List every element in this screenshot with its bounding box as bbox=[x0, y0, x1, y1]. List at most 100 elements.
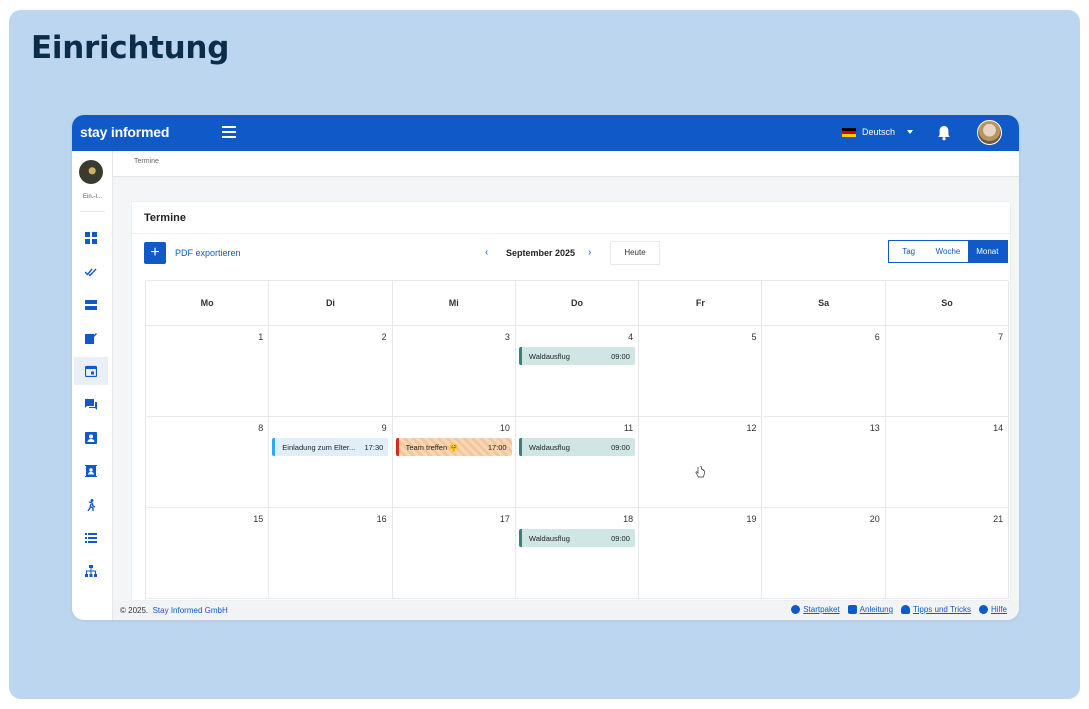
footer-link-anleitung[interactable]: Anleitung bbox=[847, 605, 893, 614]
calendar-event[interactable]: Waldausflug 09:00 bbox=[518, 438, 635, 456]
day-cell[interactable]: 16 bbox=[269, 508, 393, 599]
day-number: 7 bbox=[998, 332, 1004, 342]
double-check-icon[interactable] bbox=[74, 257, 108, 285]
day-number: 4 bbox=[628, 332, 634, 342]
day-number: 11 bbox=[623, 423, 634, 433]
chat-icon[interactable] bbox=[74, 391, 108, 419]
event-time: 09:00 bbox=[611, 442, 630, 452]
calendar-card: Termine + PDF exportieren ‹ September 20… bbox=[131, 201, 1011, 601]
event-title: Team treffen 🤗 bbox=[405, 442, 459, 452]
weekday-header: Do bbox=[515, 281, 640, 326]
day-cell[interactable]: 15 bbox=[146, 508, 270, 599]
institution-logo[interactable] bbox=[79, 160, 103, 184]
bell-icon[interactable] bbox=[937, 125, 951, 141]
footer-link-tipps[interactable]: Tipps und Tricks bbox=[901, 605, 971, 614]
day-number: 1 bbox=[258, 332, 264, 342]
chevron-down-icon bbox=[907, 130, 914, 134]
language-select[interactable]: Deutsch bbox=[842, 127, 914, 137]
divider bbox=[80, 211, 105, 212]
day-number: 18 bbox=[623, 514, 634, 524]
current-month: September 2025 bbox=[506, 248, 576, 258]
event-title: Einladung zum Elter... bbox=[282, 442, 356, 452]
day-cell[interactable]: 20 bbox=[762, 508, 886, 599]
event-time: 09:00 bbox=[611, 533, 630, 543]
day-cell[interactable]: 8 bbox=[146, 417, 270, 508]
day-number: 17 bbox=[499, 514, 510, 524]
footer-link-startpaket[interactable]: Startpaket bbox=[791, 605, 840, 614]
weekday-header: Mi bbox=[392, 281, 516, 326]
breadcrumb-item[interactable]: Termine bbox=[134, 158, 159, 165]
pdf-export-button[interactable]: PDF exportieren bbox=[175, 248, 241, 258]
news-icon[interactable] bbox=[74, 291, 108, 319]
weekday-header: So bbox=[885, 281, 1010, 326]
day-cell[interactable]: 5 bbox=[639, 326, 763, 417]
day-number: 9 bbox=[381, 423, 387, 433]
contacts-book-icon[interactable] bbox=[74, 457, 108, 485]
day-cell[interactable]: 2 bbox=[269, 326, 393, 417]
weekday-header: Fr bbox=[639, 281, 763, 326]
institution-label: Ein.-I... bbox=[82, 194, 102, 200]
event-time: 17:30 bbox=[364, 442, 384, 452]
day-cell[interactable]: 7 bbox=[885, 326, 1010, 417]
contact-card-icon[interactable] bbox=[74, 424, 108, 452]
user-avatar[interactable] bbox=[977, 120, 1002, 145]
view-month-button[interactable]: Monat bbox=[967, 241, 1007, 262]
app-logo[interactable]: stay informed bbox=[80, 124, 169, 140]
calendar-icon[interactable] bbox=[74, 357, 108, 385]
prev-month-button[interactable]: ‹ bbox=[485, 247, 488, 258]
list-icon[interactable] bbox=[74, 524, 108, 552]
view-week-button[interactable]: Woche bbox=[928, 241, 967, 262]
event-time: 17:00 bbox=[487, 442, 507, 452]
today-button[interactable]: Heute bbox=[610, 241, 660, 265]
divider bbox=[132, 233, 1010, 234]
top-bar: stay informed Deutsch bbox=[72, 115, 1019, 151]
add-event-button[interactable]: + bbox=[144, 242, 166, 264]
day-cell[interactable]: 12 bbox=[639, 417, 763, 508]
calendar-event[interactable]: Einladung zum Elter... 17:30 bbox=[272, 438, 389, 456]
day-number: 16 bbox=[376, 514, 387, 524]
day-cell[interactable]: 21 bbox=[885, 508, 1010, 599]
day-number: 3 bbox=[504, 332, 510, 342]
breadcrumb: Termine bbox=[113, 151, 1019, 177]
day-cell[interactable]: 13 bbox=[762, 417, 886, 508]
day-cell[interactable]: 1 bbox=[146, 326, 270, 417]
event-title: Waldausflug bbox=[528, 533, 570, 543]
lightbulb-icon bbox=[901, 605, 911, 614]
day-cell[interactable]: 17 bbox=[392, 508, 516, 599]
calendar-event[interactable]: Waldausflug 09:00 bbox=[518, 347, 635, 365]
copyright-text: © 2025. bbox=[120, 606, 149, 615]
day-cell[interactable]: 3 bbox=[392, 326, 516, 417]
dashboard-icon[interactable] bbox=[74, 224, 108, 252]
next-month-button[interactable]: › bbox=[588, 247, 591, 258]
dark-mode-icon[interactable] bbox=[74, 584, 108, 612]
day-cell[interactable]: 11 Waldausflug 09:00 bbox=[515, 417, 640, 508]
footer-link-hilfe[interactable]: Hilfe bbox=[978, 605, 1007, 614]
day-cell[interactable]: 14 bbox=[885, 417, 1010, 508]
edit-note-icon[interactable] bbox=[74, 324, 108, 352]
month-grid: Mo Di Mi Do Fr Sa So 1 2 3 4 Waldausflug 09:00 5 6 7 8 9 E… bbox=[145, 280, 1010, 600]
calendar-event[interactable]: Team treffen 🤗 17:00 bbox=[395, 438, 512, 456]
day-number: 5 bbox=[751, 332, 757, 342]
day-cell[interactable]: 18 Waldausflug 09:00 bbox=[515, 508, 640, 599]
day-number: 20 bbox=[869, 514, 880, 524]
day-cell[interactable]: 4 Waldausflug 09:00 bbox=[515, 326, 640, 417]
org-chart-icon[interactable] bbox=[74, 557, 108, 585]
calendar-event[interactable]: Waldausflug 09:00 bbox=[518, 529, 635, 547]
day-number: 10 bbox=[499, 423, 510, 433]
weekday-header: Mo bbox=[146, 281, 270, 326]
day-cell[interactable]: 6 bbox=[762, 326, 886, 417]
day-cell[interactable]: 9 Einladung zum Elter... 17:30 bbox=[269, 417, 393, 508]
day-number: 21 bbox=[993, 514, 1004, 524]
company-link[interactable]: Stay Informed GmbH bbox=[153, 606, 228, 615]
activity-icon[interactable] bbox=[74, 491, 108, 519]
page-heading: Einrichtung bbox=[31, 30, 230, 66]
hand-cursor-icon bbox=[695, 466, 705, 478]
day-cell[interactable]: 10 Team treffen 🤗 17:00 bbox=[392, 417, 516, 508]
event-title: Waldausflug bbox=[528, 442, 570, 452]
book-icon bbox=[847, 605, 857, 614]
menu-icon[interactable] bbox=[222, 126, 236, 140]
day-cell[interactable]: 19 bbox=[639, 508, 763, 599]
event-time: 09:00 bbox=[611, 351, 630, 361]
view-day-button[interactable]: Tag bbox=[889, 241, 928, 262]
footer: © 2025. Stay Informed GmbH Startpaket An… bbox=[113, 601, 1019, 620]
